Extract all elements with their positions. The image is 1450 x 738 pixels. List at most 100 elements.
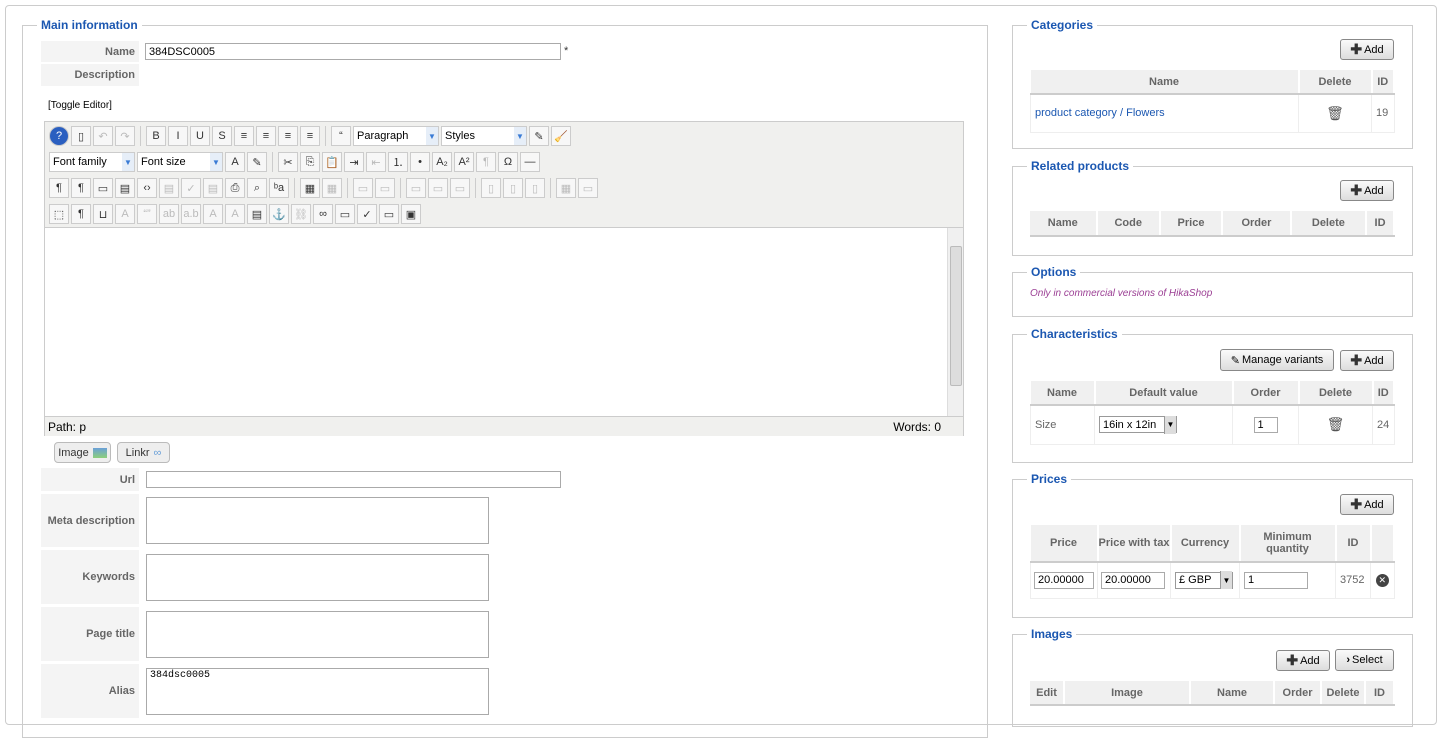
style-props-icon[interactable]: ¶ <box>476 152 496 172</box>
attributes-icon[interactable]: ▤ <box>247 204 267 224</box>
indent-icon[interactable]: ⇥ <box>344 152 364 172</box>
order-input[interactable] <box>1253 416 1278 433</box>
toggle-editor-link[interactable]: [Toggle Editor] <box>48 100 112 111</box>
anchor-icon[interactable]: ⚓ <box>269 204 289 224</box>
format-select[interactable]: Paragraph ▼ <box>353 126 439 146</box>
highlight-color-icon[interactable]: ✎ <box>247 152 267 172</box>
cite-icon[interactable]: “” <box>137 204 157 224</box>
align-right-icon[interactable]: ≡ <box>300 126 320 146</box>
special-char-icon[interactable]: Ω <box>498 152 518 172</box>
fullscreen-icon[interactable]: ▭ <box>93 178 113 198</box>
bold-icon[interactable]: B <box>146 126 166 146</box>
spellcheck-doc-icon[interactable]: ✓ <box>181 178 201 198</box>
redo-icon[interactable]: ↷ <box>115 126 135 146</box>
del-icon[interactable]: A <box>203 204 223 224</box>
name-input[interactable] <box>145 43 561 60</box>
default-value-select[interactable]: 16in x 12in ▼ <box>1099 415 1177 434</box>
prices-add-button[interactable]: ✚ Add <box>1340 494 1394 515</box>
styles-attr-icon[interactable]: A <box>115 204 135 224</box>
category-link[interactable]: product category / Flowers <box>1035 107 1165 119</box>
trash-icon[interactable]: 🗑 <box>1327 416 1345 432</box>
cut-icon[interactable]: ✂ <box>278 152 298 172</box>
manage-variants-button[interactable]: ✎ Manage variants <box>1220 349 1334 371</box>
rtl-icon[interactable]: ¶ <box>71 178 91 198</box>
text-color-icon[interactable]: A <box>225 152 245 172</box>
ltr-icon[interactable]: ¶ <box>49 178 69 198</box>
merge-cells-icon[interactable]: ▭ <box>578 178 598 198</box>
paste-word-icon[interactable]: ▤ <box>203 178 223 198</box>
template-icon[interactable]: ▤ <box>159 178 179 198</box>
unlink-icon[interactable]: ⛓ <box>291 204 311 224</box>
media-icon[interactable]: ▣ <box>401 204 421 224</box>
keywords-textarea[interactable] <box>146 554 489 601</box>
row-props-icon[interactable]: ▭ <box>353 178 373 198</box>
find-icon[interactable]: ⌕ <box>247 178 267 198</box>
insert-col-after-icon[interactable]: ▯ <box>503 178 523 198</box>
minimum-quantity-input[interactable] <box>1244 571 1308 589</box>
link-icon[interactable]: ∞ <box>313 204 333 224</box>
insert-col-before-icon[interactable]: ▯ <box>481 178 501 198</box>
insert-image-icon[interactable]: ▭ <box>335 204 355 224</box>
preview-icon[interactable]: ▤ <box>115 178 135 198</box>
align-left-icon[interactable]: ≡ <box>278 126 298 146</box>
images-add-button[interactable]: ✚ Add <box>1276 650 1330 671</box>
characteristics-add-button[interactable]: ✚ Add <box>1340 350 1394 371</box>
split-cells-icon[interactable]: ▦ <box>556 178 576 198</box>
code-icon[interactable]: ‹› <box>137 178 157 198</box>
delete-col-icon[interactable]: ▯ <box>525 178 545 198</box>
editor-scrollbar[interactable] <box>947 228 963 416</box>
delete-row-icon[interactable]: ▭ <box>450 178 470 198</box>
table-icon[interactable]: ▦ <box>300 178 320 198</box>
currency-select[interactable]: £ GBP ▼ <box>1175 571 1233 590</box>
undo-icon[interactable]: ↶ <box>93 126 113 146</box>
linkr-button[interactable]: Linkr ∞ <box>117 442 170 463</box>
horizontal-rule-icon[interactable]: — <box>520 152 540 172</box>
paste-icon[interactable]: 📋 <box>322 152 342 172</box>
show-blocks-icon[interactable]: ¶ <box>71 204 91 224</box>
image-button[interactable]: Image <box>54 442 111 463</box>
url-input[interactable] <box>146 471 561 488</box>
italic-icon[interactable]: I <box>168 126 188 146</box>
eraser-icon[interactable]: ✎ <box>529 126 549 146</box>
blockquote-icon[interactable]: “ <box>331 126 351 146</box>
trash-icon[interactable]: 🗑 <box>1326 105 1344 121</box>
ordered-list-icon[interactable]: ⒈ <box>388 152 408 172</box>
print-icon[interactable]: ⎙ <box>225 178 245 198</box>
strikethrough-icon[interactable]: S <box>212 126 232 146</box>
superscript-icon[interactable]: A² <box>454 152 474 172</box>
acronym-icon[interactable]: a.b <box>181 204 201 224</box>
styles-select[interactable]: Styles ▼ <box>441 126 527 146</box>
ins-icon[interactable]: A <box>225 204 245 224</box>
price-input[interactable] <box>1034 571 1094 589</box>
underline-icon[interactable]: U <box>190 126 210 146</box>
layer-icon[interactable]: ▭ <box>379 204 399 224</box>
spellchecker-icon[interactable]: ✓ <box>357 204 377 224</box>
abbr-icon[interactable]: ab <box>159 204 179 224</box>
subscript-icon[interactable]: A₂ <box>432 152 452 172</box>
cell-props-icon[interactable]: ▭ <box>375 178 395 198</box>
replace-icon[interactable]: ᵇa <box>269 178 289 198</box>
delete-table-icon[interactable]: ▦ <box>322 178 342 198</box>
page-title-textarea[interactable] <box>146 611 489 658</box>
price-with-tax-input[interactable] <box>1101 571 1165 589</box>
align-center-icon[interactable]: ≡ <box>256 126 276 146</box>
align-justify-icon[interactable]: ≡ <box>234 126 254 146</box>
alias-textarea[interactable]: 384dsc0005 <box>146 668 489 715</box>
editor-content-area[interactable] <box>45 228 963 416</box>
categories-add-button[interactable]: ✚ Add <box>1340 39 1394 60</box>
outdent-icon[interactable]: ⇤ <box>366 152 386 172</box>
pagebreak-icon[interactable]: ⊔ <box>93 204 113 224</box>
delete-circle-icon[interactable]: ✕ <box>1375 573 1389 587</box>
visual-aid-icon[interactable]: ⬚ <box>49 204 69 224</box>
cleanup-icon[interactable]: 🧹 <box>551 126 571 146</box>
unordered-list-icon[interactable]: • <box>410 152 430 172</box>
images-select-button[interactable]: › Select <box>1335 649 1394 671</box>
meta-description-textarea[interactable] <box>146 497 489 544</box>
font-family-select[interactable]: Font family ▼ <box>49 152 135 172</box>
related-add-button[interactable]: ✚ Add <box>1340 180 1394 201</box>
insert-row-after-icon[interactable]: ▭ <box>428 178 448 198</box>
new-document-icon[interactable]: ▯ <box>71 126 91 146</box>
copy-icon[interactable]: ⎘ <box>300 152 320 172</box>
font-size-select[interactable]: Font size ▼ <box>137 152 223 172</box>
insert-row-before-icon[interactable]: ▭ <box>406 178 426 198</box>
